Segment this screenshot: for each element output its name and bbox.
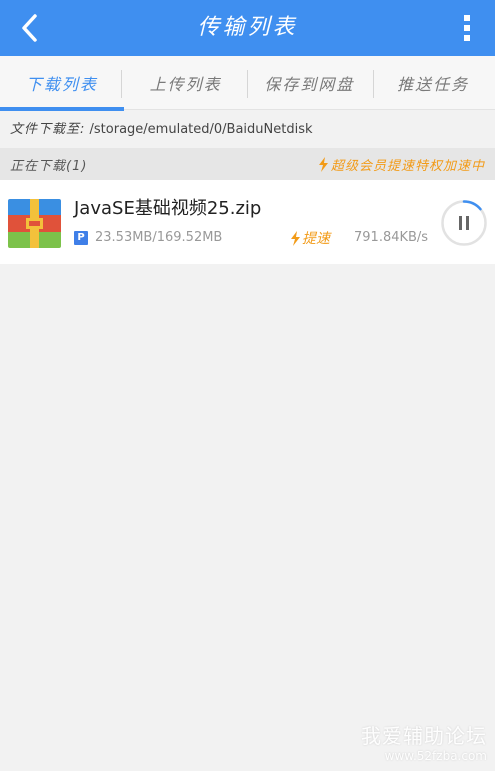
download-path-label: 文件下载至:	[10, 122, 86, 137]
downloading-section-header: 正在下载(1) 超级会员提速特权加速中	[0, 148, 495, 180]
tab-divider	[121, 70, 122, 98]
more-vertical-icon	[464, 15, 470, 41]
file-name: JavaSE基础视频25.zip	[74, 198, 262, 219]
lightning-icon	[291, 230, 300, 246]
back-button[interactable]	[10, 8, 50, 48]
p-badge-icon: P	[74, 231, 88, 245]
chevron-left-icon	[22, 14, 37, 42]
pause-icon	[441, 200, 487, 246]
downloading-count: 正在下载(1)	[10, 158, 88, 174]
page-title: 传输列表	[197, 15, 298, 40]
tab-uploads[interactable]: 上传列表	[124, 56, 248, 110]
speedup-button[interactable]: 提速	[290, 228, 330, 248]
app-header: 传输列表	[0, 0, 495, 56]
tab-bar: 下载列表 上传列表 保存到网盘 推送任务	[0, 56, 495, 111]
zip-archive-icon	[8, 199, 61, 248]
speedup-label: 提速	[302, 231, 330, 247]
download-rate: 791.84KB/s	[354, 230, 429, 245]
tab-divider	[373, 70, 374, 98]
pause-button[interactable]	[440, 199, 488, 247]
tab-downloads[interactable]: 下载列表	[0, 56, 124, 111]
watermark-title: 我爱辅助论坛	[361, 724, 487, 748]
lightning-icon	[318, 156, 328, 172]
vip-promo-text: 超级会员提速特权加速中	[330, 158, 485, 174]
tab-divider	[247, 70, 248, 98]
vip-promo[interactable]: 超级会员提速特权加速中	[318, 155, 485, 174]
download-path-value: /storage/emulated/0/BaiduNetdisk	[89, 122, 313, 137]
watermark-url: www.52fzba.com	[384, 749, 487, 763]
file-size: 23.53MB/169.52MB	[95, 230, 223, 245]
tab-push-tasks[interactable]: 推送任务	[371, 56, 495, 110]
watermark: 我爱辅助论坛 www.52fzba.com	[361, 720, 487, 763]
tab-save-to-cloud[interactable]: 保存到网盘	[248, 56, 372, 110]
download-item[interactable]: JavaSE基础视频25.zip P 23.53MB/169.52MB 提速 7…	[0, 180, 495, 264]
download-path-bar: 文件下载至: /storage/emulated/0/BaiduNetdisk	[0, 111, 495, 148]
more-button[interactable]	[449, 10, 485, 46]
